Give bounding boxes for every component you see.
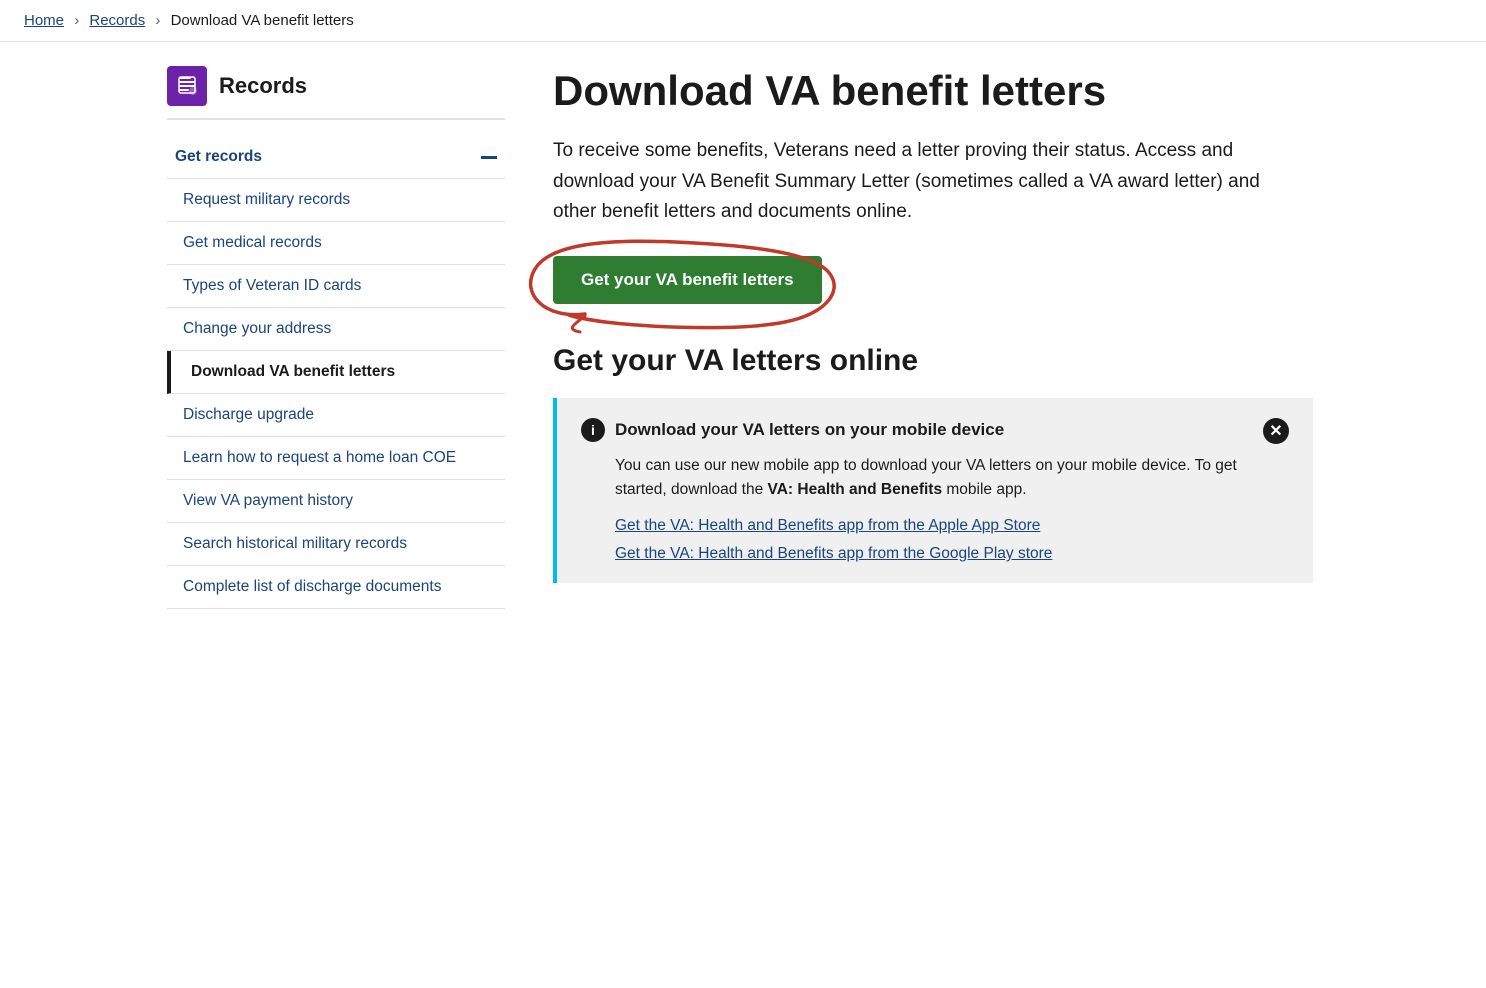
sidebar-item-request-military-records[interactable]: Request military records	[167, 179, 505, 222]
close-info-box-button[interactable]: ✕	[1263, 418, 1289, 444]
sidebar-item-types-veteran-id[interactable]: Types of Veteran ID cards	[167, 265, 505, 308]
info-box-body-suffix: mobile app.	[942, 481, 1026, 498]
get-records-label: Get records	[175, 148, 262, 166]
sidebar-header: Records	[167, 66, 505, 120]
breadcrumb: Home › Records › Download VA benefit let…	[0, 0, 1486, 42]
cta-button-area: Get your VA benefit letters	[553, 256, 822, 304]
sidebar-item-discharge-upgrade[interactable]: Discharge upgrade	[167, 394, 505, 437]
info-box-links: Get the VA: Health and Benefits app from…	[581, 517, 1289, 563]
page-title: Download VA benefit letters	[553, 66, 1319, 116]
intro-paragraph: To receive some benefits, Veterans need …	[553, 136, 1273, 227]
get-benefit-letters-button[interactable]: Get your VA benefit letters	[553, 256, 822, 304]
sidebar-item-payment-history[interactable]: View VA payment history	[167, 480, 505, 523]
breadcrumb-records[interactable]: Records	[89, 12, 145, 29]
info-box-body-bold: VA: Health and Benefits	[768, 481, 943, 498]
main-content: Download VA benefit letters To receive s…	[537, 66, 1319, 609]
info-box-body: You can use our new mobile app to downlo…	[581, 454, 1289, 504]
info-icon: i	[581, 418, 605, 442]
google-play-store-link[interactable]: Get the VA: Health and Benefits app from…	[615, 545, 1289, 563]
section-heading-letters-online: Get your VA letters online	[553, 344, 1319, 378]
breadcrumb-sep-2: ›	[155, 12, 160, 29]
sidebar-item-get-medical-records[interactable]: Get medical records	[167, 222, 505, 265]
sidebar-navigation: Get records Request military records Get…	[167, 136, 505, 609]
breadcrumb-sep-1: ›	[74, 12, 79, 29]
sidebar-item-get-records[interactable]: Get records	[167, 136, 505, 179]
collapse-icon	[481, 156, 497, 159]
sidebar-item-download-benefit-letters[interactable]: Download VA benefit letters	[167, 351, 505, 394]
breadcrumb-home[interactable]: Home	[24, 12, 64, 29]
sidebar-item-change-address[interactable]: Change your address	[167, 308, 505, 351]
records-icon	[175, 74, 199, 98]
info-box-header: i Download your VA letters on your mobil…	[581, 418, 1289, 444]
sidebar-item-discharge-documents[interactable]: Complete list of discharge documents	[167, 566, 505, 609]
sidebar-item-home-loan-coe[interactable]: Learn how to request a home loan COE	[167, 437, 505, 480]
breadcrumb-current: Download VA benefit letters	[171, 12, 354, 29]
page-layout: Records Get records Request military rec…	[143, 42, 1343, 649]
info-box-mobile: i Download your VA letters on your mobil…	[553, 398, 1313, 584]
sidebar-item-historical-military-records[interactable]: Search historical military records	[167, 523, 505, 566]
info-box-title: Download your VA letters on your mobile …	[615, 420, 1004, 440]
apple-app-store-link[interactable]: Get the VA: Health and Benefits app from…	[615, 517, 1289, 535]
info-box-title-row: i Download your VA letters on your mobil…	[581, 418, 1004, 442]
sidebar: Records Get records Request military rec…	[167, 66, 537, 609]
records-section-icon	[167, 66, 207, 106]
sidebar-title: Records	[219, 73, 307, 99]
